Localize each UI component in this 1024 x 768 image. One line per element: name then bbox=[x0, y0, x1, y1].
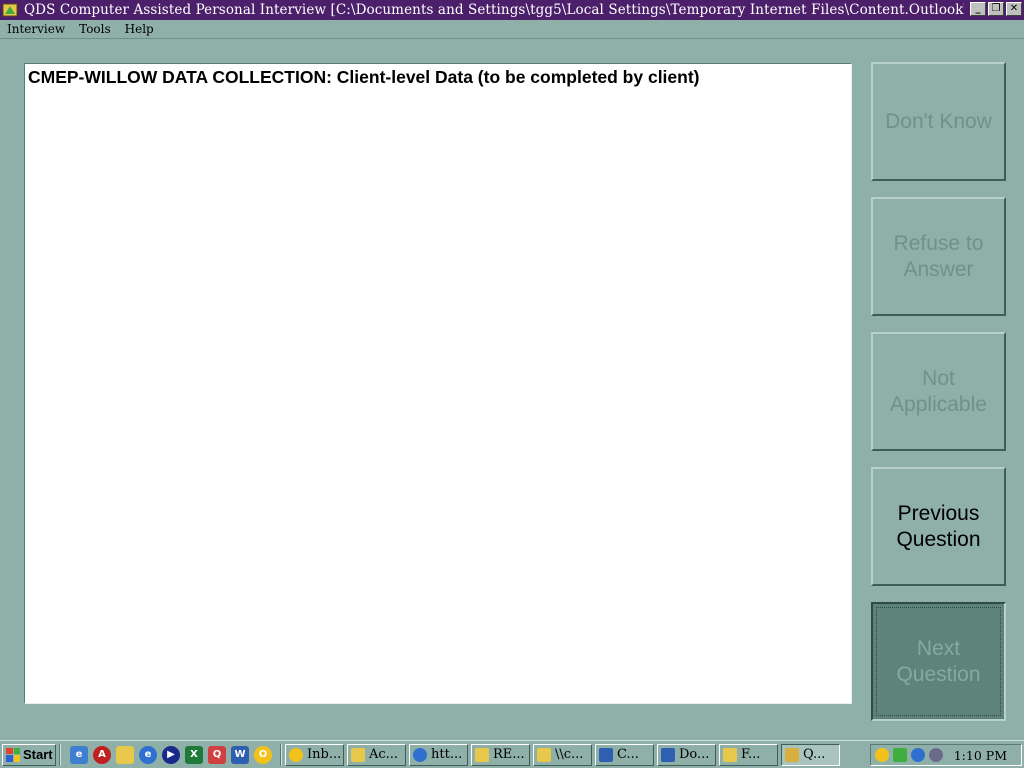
previous-label-line1: Previous bbox=[897, 501, 980, 525]
folder-icon bbox=[537, 747, 551, 762]
network-icon[interactable] bbox=[911, 748, 925, 762]
word-icon bbox=[661, 747, 675, 762]
task-button-inbox[interactable]: Inb... bbox=[285, 743, 344, 766]
not-applicable-label-line2: Applicable bbox=[890, 392, 987, 416]
outlook-icon[interactable]: O bbox=[254, 745, 272, 764]
close-button[interactable]: ✕ bbox=[1006, 2, 1022, 16]
qds-app-icon[interactable] bbox=[1, 1, 19, 19]
outlook-tray-icon[interactable] bbox=[875, 748, 889, 762]
menu-interview[interactable]: Interview bbox=[0, 22, 72, 36]
volume-icon[interactable] bbox=[929, 748, 943, 762]
task-label: \\c... bbox=[555, 747, 584, 762]
task-label: F... bbox=[741, 747, 761, 762]
outlook-express-icon[interactable]: e bbox=[70, 745, 88, 764]
internet-explorer-icon[interactable]: e bbox=[139, 745, 157, 764]
task-button-word[interactable]: C... bbox=[595, 743, 654, 766]
taskbar-separator bbox=[59, 743, 61, 766]
previous-label-line2: Question bbox=[896, 527, 981, 551]
task-button-mail[interactable]: Ac... bbox=[347, 743, 406, 766]
media-player-icon[interactable]: ▶ bbox=[162, 745, 180, 764]
minimize-button[interactable]: _ bbox=[970, 2, 986, 16]
excel-icon[interactable]: X bbox=[185, 745, 203, 764]
task-label: Inb... bbox=[307, 747, 342, 762]
task-button-folder[interactable]: \\c... bbox=[533, 743, 592, 766]
task-label: Do... bbox=[679, 747, 710, 762]
internet-explorer-icon bbox=[413, 747, 427, 762]
previous-question-button[interactable]: Previous Question bbox=[871, 467, 1006, 586]
not-applicable-label-line1: Not bbox=[922, 366, 955, 390]
question-panel: CMEP-WILLOW DATA COLLECTION: Client-leve… bbox=[24, 63, 852, 704]
next-question-button[interactable]: Next Question bbox=[871, 602, 1006, 721]
word-icon bbox=[599, 747, 613, 762]
menu-help[interactable]: Help bbox=[118, 22, 161, 36]
qds-icon bbox=[785, 747, 799, 762]
window-title: QDS Computer Assisted Personal Interview… bbox=[24, 2, 964, 18]
mail-icon bbox=[723, 747, 737, 762]
windows-logo-icon bbox=[6, 747, 20, 762]
task-button-mail[interactable]: F... bbox=[719, 743, 778, 766]
taskbar: Start e A e ▶ X Q W O Inb... Ac... htt..… bbox=[0, 740, 1024, 768]
question-text: CMEP-WILLOW DATA COLLECTION: Client-leve… bbox=[28, 67, 700, 87]
task-button-browser[interactable]: htt... bbox=[409, 743, 468, 766]
taskbar-separator bbox=[280, 743, 282, 766]
word-icon[interactable]: W bbox=[231, 745, 249, 764]
task-button-qds[interactable]: Q... bbox=[781, 743, 840, 766]
task-button-mail[interactable]: RE... bbox=[471, 743, 530, 766]
quick-launch: e A e ▶ X Q W O bbox=[70, 744, 277, 766]
next-label-line2: Question bbox=[896, 662, 981, 686]
dont-know-button[interactable]: Don't Know bbox=[871, 62, 1006, 181]
task-label: Ac... bbox=[369, 747, 399, 762]
refuse-label-line1: Refuse to bbox=[893, 231, 984, 255]
clock[interactable]: 1:10 PM bbox=[954, 748, 1007, 763]
start-label: Start bbox=[23, 747, 53, 762]
next-label-line1: Next bbox=[916, 636, 961, 660]
not-applicable-button[interactable]: Not Applicable bbox=[871, 332, 1006, 451]
task-label: RE... bbox=[493, 747, 525, 762]
refuse-label-line2: Answer bbox=[903, 257, 974, 281]
refuse-to-answer-button[interactable]: Refuse to Answer bbox=[871, 197, 1006, 316]
menu-tools[interactable]: Tools bbox=[72, 22, 118, 36]
title-bar[interactable]: QDS Computer Assisted Personal Interview… bbox=[0, 0, 1024, 20]
mail-icon bbox=[351, 747, 365, 762]
menu-bar: Interview Tools Help bbox=[0, 20, 1024, 39]
task-label: C... bbox=[617, 747, 639, 762]
start-button[interactable]: Start bbox=[2, 743, 56, 766]
outlook-icon bbox=[289, 747, 303, 762]
acrobat-icon[interactable]: A bbox=[93, 745, 111, 764]
restore-button[interactable]: ❐ bbox=[988, 2, 1004, 16]
system-tray: 1:10 PM bbox=[870, 744, 1022, 766]
mail-icon bbox=[475, 747, 489, 762]
task-label: htt... bbox=[431, 747, 463, 762]
task-button-word[interactable]: Do... bbox=[657, 743, 716, 766]
dont-know-label: Don't Know bbox=[885, 109, 992, 133]
task-label: Q... bbox=[803, 747, 826, 762]
folder-icon[interactable] bbox=[116, 745, 134, 764]
app-icon-red[interactable]: Q bbox=[208, 745, 226, 764]
shield-icon[interactable] bbox=[893, 748, 907, 762]
